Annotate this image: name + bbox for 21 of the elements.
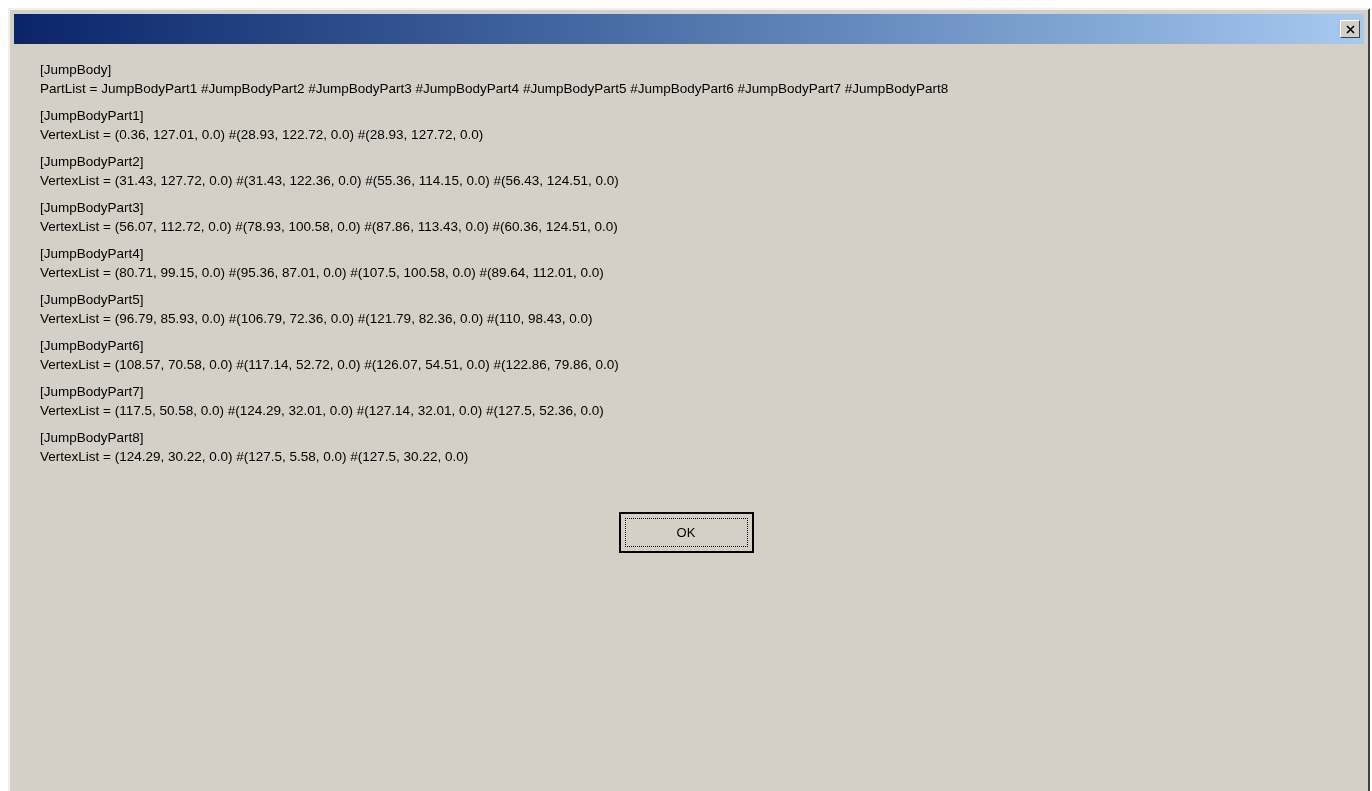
section-header: [JumpBodyPart4] bbox=[40, 245, 145, 263]
section-header: [JumpBodyPart7] bbox=[40, 383, 145, 401]
key-value-line: VertexList = (117.5, 50.58, 0.0) #(124.29, 32.01, 0.0) #(127.14, 32.01, 0.0) #(127.5, 52.36, 0.0) bbox=[40, 402, 605, 420]
key-value-line: VertexList = (0.36, 127.01, 0.0) #(28.93, 122.72, 0.0) #(28.93, 127.72, 0.0) bbox=[40, 126, 485, 144]
key-value-line: VertexList = (108.57, 70.58, 0.0) #(117.14, 52.72, 0.0) #(126.07, 54.51, 0.0) #(122.86, 79.86, 0.0) bbox=[40, 356, 620, 374]
section-header: [JumpBodyPart5] bbox=[40, 291, 145, 309]
key-value-line: VertexList = (96.79, 85.93, 0.0) #(106.79, 72.36, 0.0) #(121.79, 82.36, 0.0) #(110, 98.43, 0.0) bbox=[40, 310, 594, 328]
close-icon bbox=[1345, 24, 1355, 34]
ok-button[interactable]: OK bbox=[618, 512, 754, 553]
section-header: [JumpBodyPart8] bbox=[40, 429, 145, 447]
section-header: [JumpBodyPart6] bbox=[40, 337, 145, 355]
section-header: [JumpBody] bbox=[40, 61, 113, 79]
key-value-line: VertexList = (56.07, 112.72, 0.0) #(78.93, 100.58, 0.0) #(87.86, 113.43, 0.0) #(60.36, 124.51, 0.0) bbox=[40, 218, 619, 236]
key-value-line: VertexList = (124.29, 30.22, 0.0) #(127.5, 5.58, 0.0) #(127.5, 30.22, 0.0) bbox=[40, 448, 470, 466]
section-header: [JumpBodyPart1] bbox=[40, 107, 145, 125]
key-value-line: VertexList = (31.43, 127.72, 0.0) #(31.43, 122.36, 0.0) #(55.36, 114.15, 0.0) #(56.43, 124.51, 0.0) bbox=[40, 172, 620, 190]
section-header: [JumpBodyPart3] bbox=[40, 199, 145, 217]
close-button[interactable] bbox=[1340, 20, 1360, 38]
key-value-line: VertexList = (80.71, 99.15, 0.0) #(95.36, 87.01, 0.0) #(107.5, 100.58, 0.0) #(89.64, 112.01, 0.0) bbox=[40, 264, 605, 282]
section-header: [JumpBodyPart2] bbox=[40, 153, 145, 171]
key-value-line: PartList = JumpBodyPart1 #JumpBodyPart2 #JumpBodyPart3 #JumpBodyPart4 #JumpBodyPart5 #JumpBodyPart6 #JumpBodyPart7 #JumpBodyPart8 bbox=[40, 80, 950, 98]
